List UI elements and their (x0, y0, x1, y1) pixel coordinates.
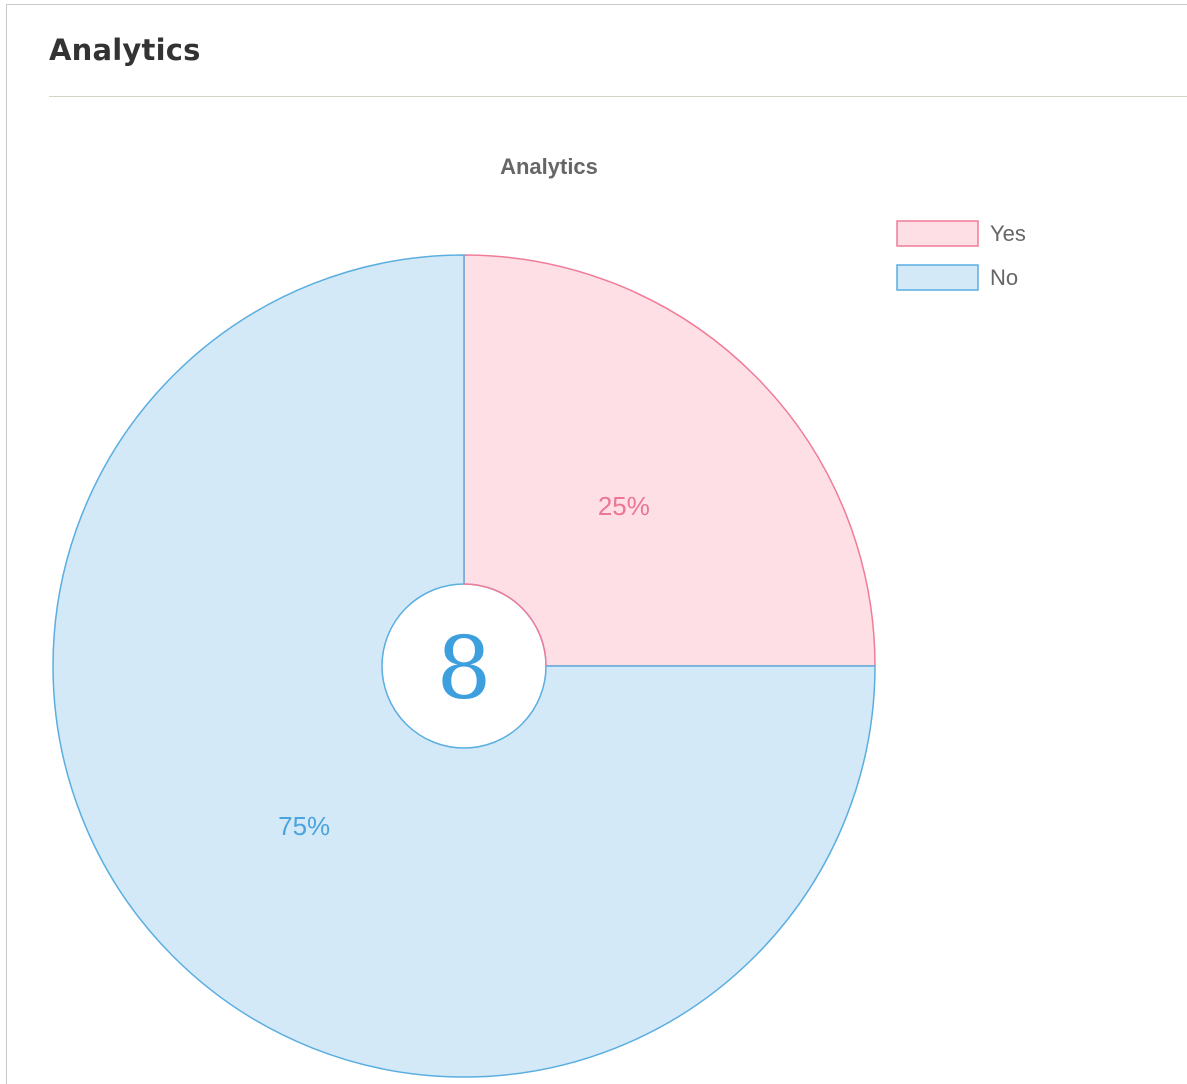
chart-title: Analytics (500, 154, 598, 179)
pie-chart: Analytics 25% 75% 8 Yes No (52, 154, 1026, 1078)
center-total-label: 8 (437, 619, 492, 719)
legend-swatch-no[interactable] (896, 264, 979, 291)
slice-label-no: 75% (278, 811, 330, 841)
slice-label-yes: 25% (598, 491, 650, 521)
pie-slice-yes[interactable] (463, 254, 876, 667)
legend-label-yes[interactable]: Yes (990, 221, 1026, 246)
legend-swatch-yes[interactable] (896, 220, 979, 247)
legend-label-no[interactable]: No (990, 265, 1018, 290)
